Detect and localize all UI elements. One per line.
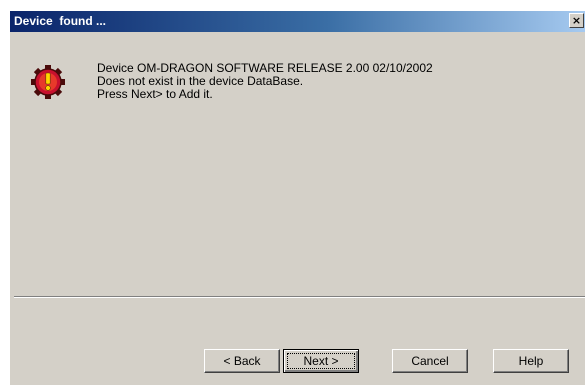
window-title: Device found ... [14,14,107,28]
next-button-label: Next > [303,354,339,368]
cancel-button-label: Cancel [411,354,449,368]
close-button[interactable]: × [569,13,584,28]
help-button[interactable]: Help [493,349,569,373]
back-button-label: < Back [223,354,261,368]
message-line-instruction: Press Next> to Add it. [97,87,213,101]
message-text: Device OM-DRAGON SOFTWARE RELEASE 2.00 0… [97,62,433,101]
device-found-dialog: Device found ... × Device OM-DRAGON SOFT… [0,0,585,385]
warning-gear-icon [31,65,65,99]
button-separator [14,296,585,298]
cancel-button[interactable]: Cancel [392,349,468,373]
screen-background-left [0,11,10,385]
help-button-label: Help [518,354,544,368]
screen-background-top [0,0,585,11]
back-button[interactable]: < Back [204,349,280,373]
next-button[interactable]: Next > [283,349,359,373]
close-icon: × [571,14,582,27]
title-bar[interactable]: Device found ... × [10,11,585,32]
